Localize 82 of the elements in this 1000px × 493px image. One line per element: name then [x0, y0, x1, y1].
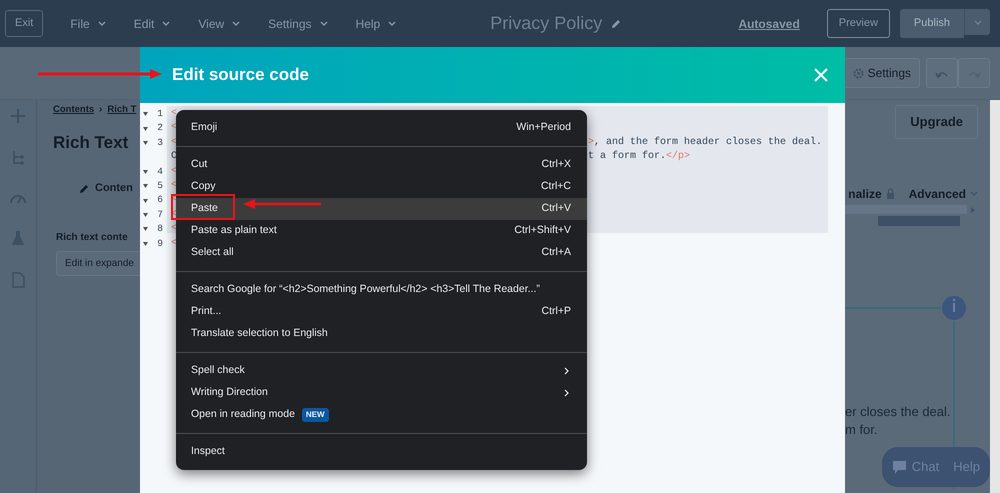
- breadcrumb-link[interactable]: Rich T: [107, 103, 136, 118]
- caret-icon: [232, 21, 240, 26]
- flask-icon[interactable]: [11, 230, 25, 246]
- preview-button[interactable]: Preview: [826, 9, 890, 38]
- menu-item[interactable]: Settings: [268, 14, 328, 32]
- fold-icon[interactable]: [143, 212, 148, 217]
- lock-icon: [886, 188, 895, 199]
- fold-icon[interactable]: [143, 112, 148, 116]
- menu-item[interactable]: Paste Ctrl+V: [176, 198, 587, 220]
- menu-item[interactable]: Writing Direction: [176, 382, 587, 404]
- chevron-right-icon: [564, 389, 569, 397]
- menu-item[interactable]: Spell check: [176, 360, 587, 382]
- dropdown-button[interactable]: [964, 9, 990, 36]
- menu-item[interactable]: Translate selection to English: [176, 323, 587, 345]
- fold-icon[interactable]: [143, 198, 148, 203]
- menu-item[interactable]: Help: [356, 14, 396, 32]
- preview-text: m for.: [845, 421, 878, 439]
- gauge-icon[interactable]: [9, 192, 27, 204]
- line-number: 8: [157, 222, 163, 236]
- pencil-icon: [610, 18, 622, 30]
- line-number: 3: [157, 136, 163, 150]
- line-number: 1: [157, 107, 163, 121]
- fold-icon[interactable]: [143, 184, 148, 188]
- caret-icon: [970, 191, 978, 196]
- fold-icon[interactable]: [143, 140, 148, 145]
- undo-button[interactable]: [926, 58, 958, 88]
- menu-item[interactable]: Inspect: [176, 441, 587, 463]
- pencil-icon: [79, 182, 90, 194]
- menu-item[interactable]: Select all Ctrl+A: [176, 242, 587, 264]
- panel-heading: Rich Text: [53, 132, 128, 154]
- chevron-right-icon: [564, 367, 569, 375]
- exit-button[interactable]: Exit: [5, 10, 44, 37]
- fold-icon[interactable]: [143, 126, 148, 131]
- gear-icon: [852, 68, 864, 78]
- line-number: 5: [157, 178, 163, 193]
- menu-item[interactable]: Copy Ctrl+C: [176, 176, 587, 198]
- file-icon[interactable]: [12, 272, 24, 288]
- panel-tab[interactable]: Advanced: [908, 184, 978, 202]
- caret-icon: [974, 20, 982, 25]
- menu-item[interactable]: Paste as plain text Ctrl+Shift+V: [176, 220, 587, 242]
- modal-title: Edit source code: [172, 64, 309, 86]
- new-badge: NEW: [302, 408, 329, 422]
- menu-item[interactable]: Emoji Win+Period: [176, 117, 587, 139]
- line-number: 4: [157, 164, 163, 179]
- content-tab[interactable]: Conten: [79, 180, 133, 196]
- tree-icon[interactable]: [11, 150, 25, 166]
- line-number: 9: [157, 236, 163, 251]
- code-text: <: [171, 107, 178, 121]
- redo-button[interactable]: [958, 58, 990, 88]
- caret-icon: [98, 21, 106, 26]
- breadcrumb-link[interactable]: Contents: [53, 103, 94, 118]
- plus-icon[interactable]: [10, 108, 26, 124]
- fold-icon[interactable]: [143, 227, 148, 232]
- menu-item[interactable]: Print... Ctrl+P: [176, 301, 587, 323]
- chat-icon: [892, 459, 908, 475]
- menu-item[interactable]: Edit: [134, 14, 170, 32]
- highlight-box: [171, 194, 235, 220]
- menu-item[interactable]: Cut Ctrl+X: [176, 154, 587, 176]
- menu-item[interactable]: Open in reading mode NEW: [176, 404, 587, 426]
- line-number: 2: [157, 121, 163, 136]
- close-icon: [814, 68, 828, 82]
- menu-item[interactable]: Search Google for “<h2>Something Powerful</h2> <h3>Tell The Reader...”: [176, 279, 587, 301]
- preview-text: er closes the deal.: [845, 403, 951, 421]
- settings-button[interactable]: Settings: [844, 58, 920, 88]
- line-number: 7: [157, 208, 163, 222]
- fold-icon[interactable]: [143, 170, 148, 174]
- menu-item[interactable]: View: [198, 14, 240, 32]
- fold-icon[interactable]: [143, 242, 148, 246]
- field-label: Rich text conte: [56, 231, 128, 246]
- code-text: >, and the form header closes the deal.: [588, 136, 822, 150]
- code-text: t a form for.</p>: [588, 150, 690, 164]
- menu-item[interactable]: File: [70, 14, 106, 32]
- scrollbar[interactable]: [990, 100, 1000, 493]
- panel-tab[interactable]: nalize: [848, 184, 895, 202]
- caret-icon: [162, 21, 170, 26]
- upgrade-button[interactable]: Upgrade: [895, 105, 978, 138]
- chevron-separator: ›: [99, 103, 102, 117]
- autosaved-link[interactable]: Autosaved: [738, 14, 800, 32]
- page-title: Privacy Policy: [490, 12, 602, 35]
- caret-icon: [388, 21, 396, 26]
- caret-icon: [320, 21, 328, 26]
- line-number: 6: [157, 193, 163, 208]
